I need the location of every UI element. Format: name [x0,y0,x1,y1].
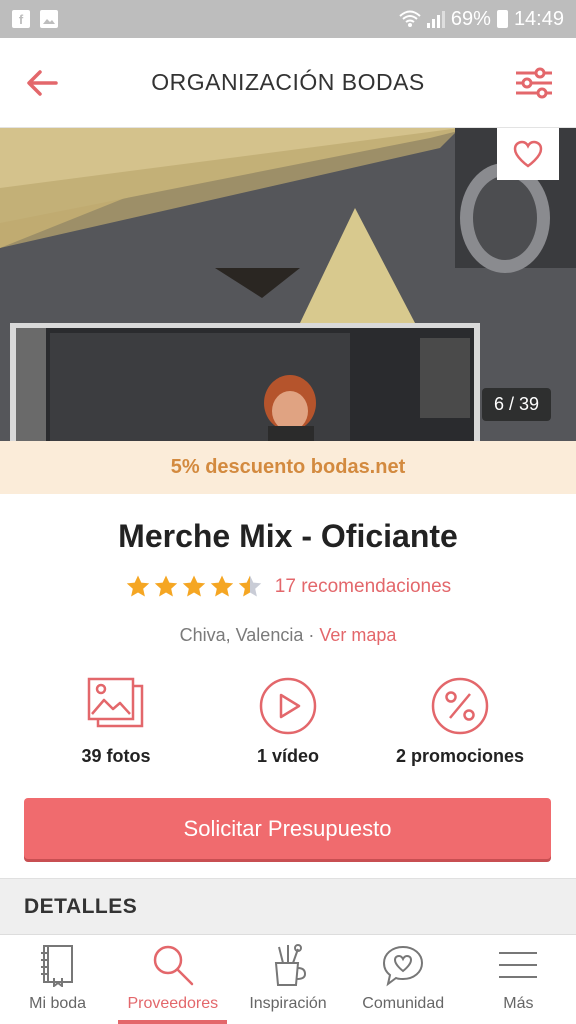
star-rating [125,574,263,599]
play-icon [259,677,317,735]
recommendations-link[interactable]: 17 recomendaciones [275,576,451,598]
status-left: f [12,10,58,28]
promotions-item[interactable]: 2 promociones [385,676,535,767]
promotions-label: 2 promociones [395,746,525,766]
nav-mi-boda[interactable]: Mi boda [0,935,115,1024]
discount-banner[interactable]: 5% descuento bodas.net [0,441,576,494]
location-row: Chiva, Valencia · Ver mapa [0,625,576,646]
video-item[interactable]: 1 vídeo [213,676,363,767]
nav-proveedores[interactable]: Proveedores [115,935,230,1024]
request-quote-button[interactable]: Solicitar Presupuesto [24,798,551,859]
media-row: 39 fotos 1 vídeo 2 promociones [0,676,576,767]
star-icon [182,575,205,597]
photos-icon [87,677,144,728]
wifi-icon [399,10,421,27]
vendor-photo[interactable]: 6 / 39 [0,128,576,441]
battery-percent: 69% [450,7,491,30]
back-button[interactable] [20,61,64,105]
status-bar: f 69% 14:49 [0,0,576,38]
chat-heart-icon [383,945,424,987]
nav-label: Comunidad [362,995,445,1012]
bottom-nav: Mi boda Proveedores Inspiración Comunida… [0,934,576,1024]
image-icon [40,10,58,28]
details-title: DETALLES [24,894,138,918]
nav-label: Mi boda [29,995,87,1012]
sliders-icon [515,67,552,98]
favorite-button[interactable] [497,128,559,180]
status-right: 69% 14:49 [399,8,564,31]
brushes-icon [274,944,307,986]
photo-counter: 6 / 39 [481,388,551,421]
nav-label: Proveedores [127,995,219,1012]
photos-item[interactable]: 39 fotos [41,676,191,767]
clock: 14:49 [513,7,564,30]
filter-button[interactable] [512,61,556,105]
rating-row: 17 recomendaciones [0,574,576,599]
arrow-left-icon [27,69,58,96]
nav-inspiracion[interactable]: Inspiración [230,935,345,1024]
map-link[interactable]: Ver mapa [319,625,396,645]
heart-icon [513,140,543,168]
nav-mas[interactable]: Más [461,935,576,1024]
photos-label: 39 fotos [81,746,151,766]
nav-comunidad[interactable]: Comunidad [346,935,461,1024]
star-icon [210,575,233,597]
vendor-name: Merche Mix - Oficiante [118,518,458,554]
nav-label: Inspiración [249,995,327,1012]
star-icon [238,575,261,597]
app-header: ORGANIZACIÓN BODAS [0,38,576,128]
nav-label: Más [503,995,534,1012]
percent-icon [431,677,489,735]
active-tab-indicator [118,1020,228,1024]
notebook-icon [40,945,73,987]
menu-icon [499,952,538,978]
facebook-icon: f [12,10,30,28]
star-icon [126,575,149,597]
video-label: 1 vídeo [256,746,320,766]
location-text: Chiva, Valencia · [179,625,320,645]
page-title: ORGANIZACIÓN BODAS [151,69,425,95]
star-icon [154,575,177,597]
search-icon [153,945,194,986]
battery-icon [496,10,508,28]
details-section[interactable]: DETALLES [0,878,576,934]
signal-icon [426,10,445,28]
